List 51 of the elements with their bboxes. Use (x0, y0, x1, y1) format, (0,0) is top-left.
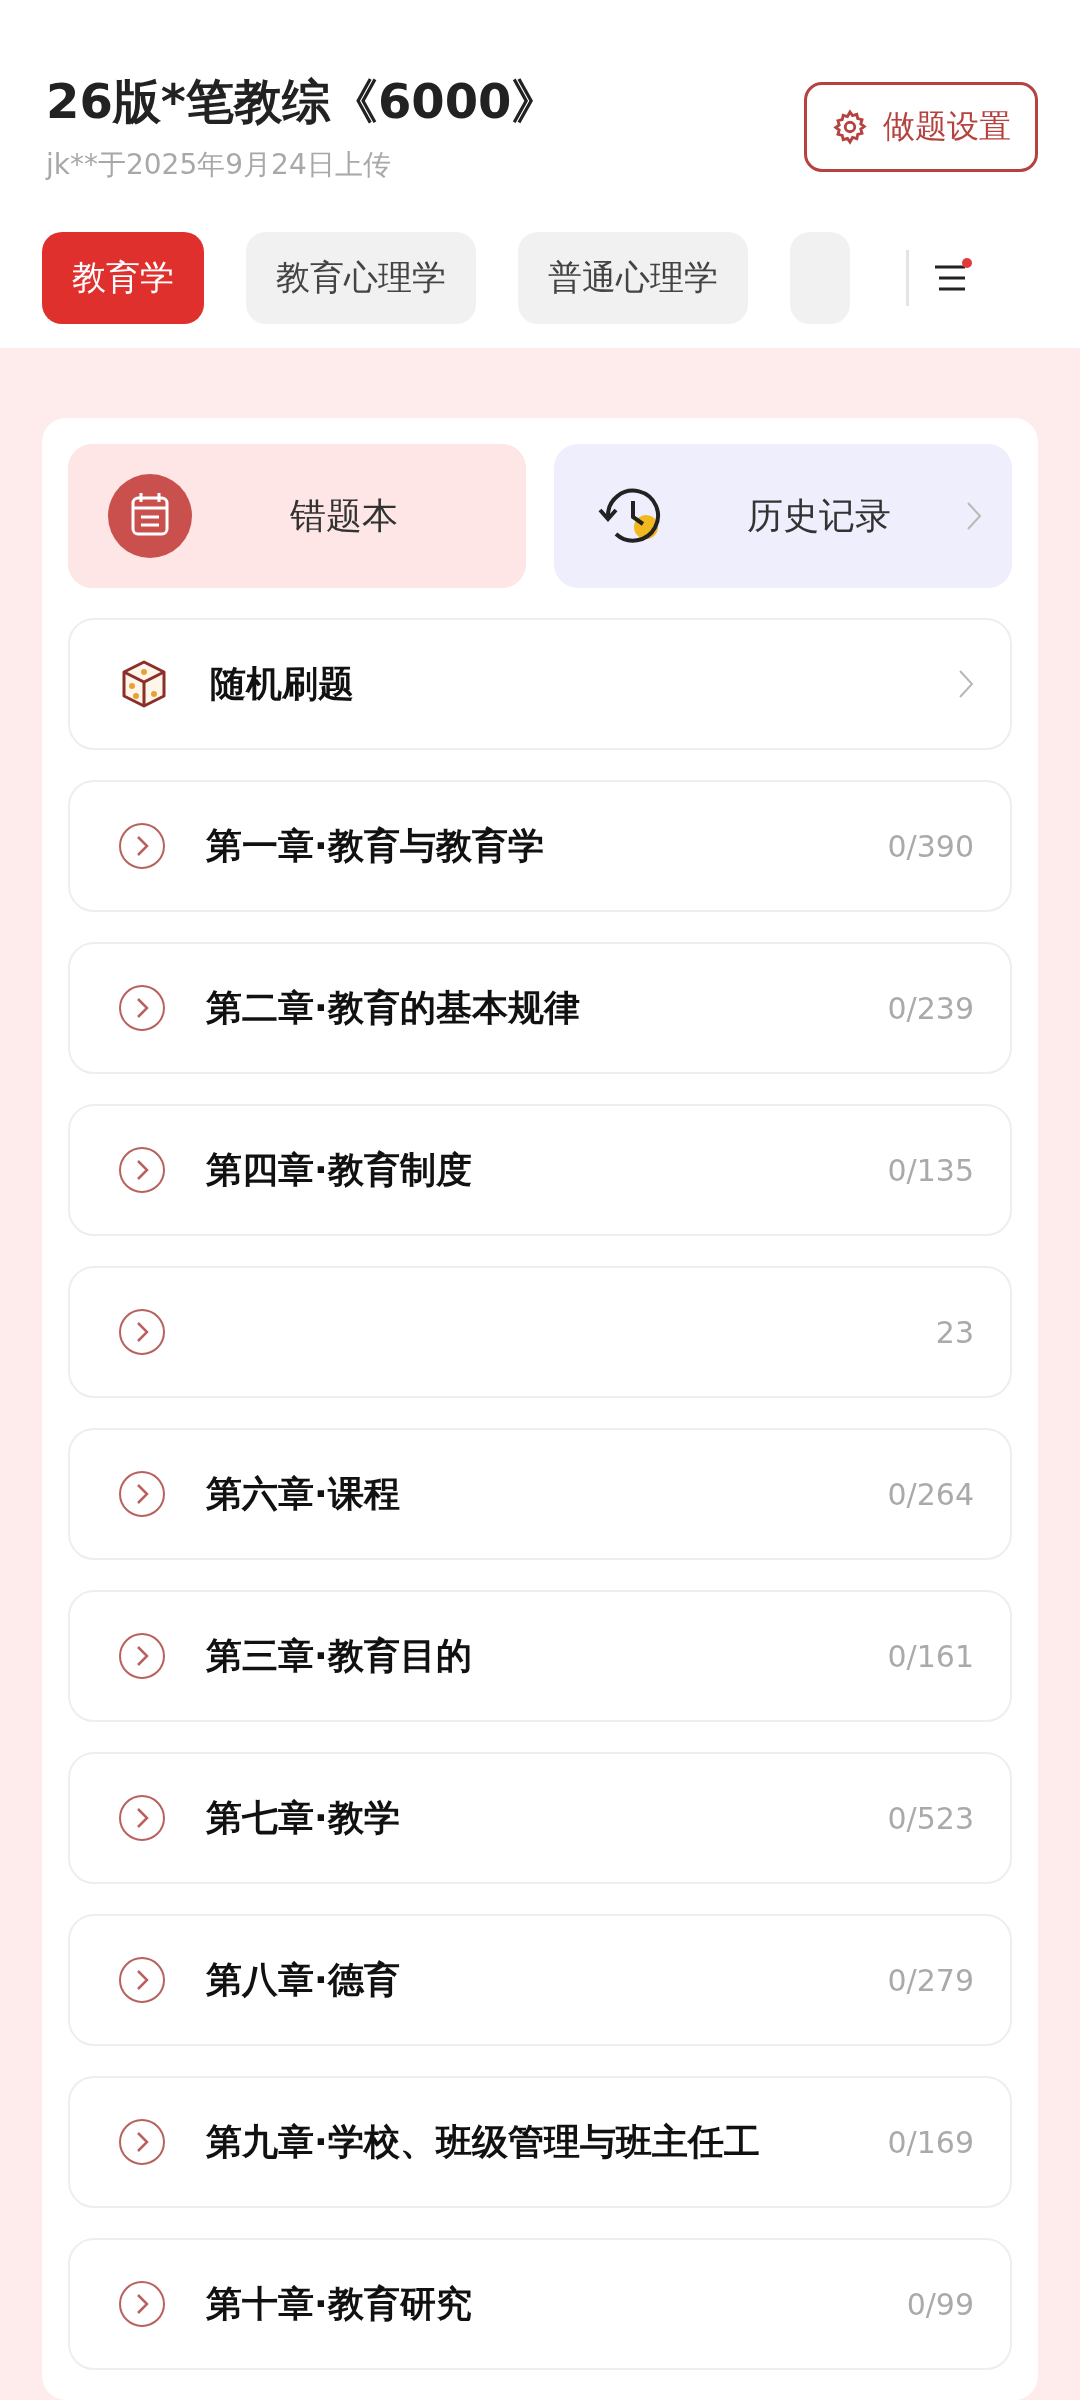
circle-chevron-icon (118, 1146, 166, 1194)
circle-chevron-icon (118, 1956, 166, 2004)
chapter-item[interactable]: 第一章·教育与教育学 0/390 (68, 780, 1012, 912)
chapter-item[interactable]: 第三章·教育目的 0/161 (68, 1590, 1012, 1722)
chapter-item[interactable]: 第十章·教育研究 0/99 (68, 2238, 1012, 2370)
question-count: 0/99 (906, 2286, 974, 2322)
circle-chevron-icon (118, 984, 166, 1032)
calendar-icon (108, 474, 192, 558)
upload-info: jk**于2025年9月24日上传 (46, 147, 392, 183)
gear-icon (831, 108, 869, 146)
question-count: 0/169 (887, 2124, 974, 2160)
chapter-title: 第六章·课程 (206, 1471, 401, 1516)
question-count: 0/135 (887, 1152, 974, 1188)
question-count: 0/523 (887, 1800, 974, 1836)
chapter-title: 第九章·学校、班级管理与班主任工 (206, 2119, 761, 2164)
chapter-item[interactable]: 第八章·德育 0/279 (68, 1914, 1012, 2046)
circle-chevron-icon (118, 822, 166, 870)
chapter-item[interactable]: 第六章·课程 0/264 (68, 1428, 1012, 1560)
question-count: 0/264 (887, 1476, 974, 1512)
chapter-title: 第三章·教育目的 (206, 1633, 473, 1678)
chevron-right-icon (966, 501, 982, 531)
chapter-title: 第四章·教育制度 (206, 1147, 473, 1192)
chevron-right-icon (958, 669, 974, 699)
question-count: 0/239 (887, 990, 974, 1026)
page-title: 26版*笔教综《6000》 (46, 72, 560, 131)
random-practice-item[interactable]: 随机刷题 (68, 618, 1012, 750)
chapter-item[interactable]: 第七章·教学 0/523 (68, 1752, 1012, 1884)
quick-action-button[interactable]: 错题本 (68, 444, 526, 588)
chapter-title: 第七章·教学 (206, 1795, 401, 1840)
chapter-title: 第二章·教育的基本规律 (206, 985, 581, 1030)
chapter-title: 第一章·教育与教育学 (206, 823, 545, 868)
chapter-item[interactable]: 第二章·教育的基本规律 0/239 (68, 942, 1012, 1074)
question-count: 0/390 (887, 828, 974, 864)
tab[interactable]: 教育心理学 (246, 232, 476, 324)
circle-chevron-icon (118, 1794, 166, 1842)
chapter-title: 第十章·教育研究 (206, 2281, 473, 2326)
circle-chevron-icon (118, 2118, 166, 2166)
settings-button[interactable]: 做题设置 (804, 82, 1038, 172)
circle-chevron-icon (118, 1632, 166, 1680)
tab[interactable]: 普通心理学 (518, 232, 748, 324)
circle-chevron-icon (118, 1470, 166, 1518)
question-count: 0/161 (887, 1638, 974, 1674)
chapter-item[interactable]: 第四章·教育制度 0/135 (68, 1104, 1012, 1236)
circle-chevron-icon (118, 2280, 166, 2328)
chapter-item[interactable]: 第九章·学校、班级管理与班主任工 0/169 (68, 2076, 1012, 2208)
question-count: 23 (935, 1314, 974, 1350)
circle-chevron-icon (118, 1308, 166, 1356)
quick-action-button[interactable]: 历史记录 (554, 444, 1012, 588)
tab[interactable]: 教育学 (42, 232, 204, 324)
question-count: 0/279 (887, 1962, 974, 1998)
chapter-title: 第八章·德育 (206, 1957, 401, 2002)
